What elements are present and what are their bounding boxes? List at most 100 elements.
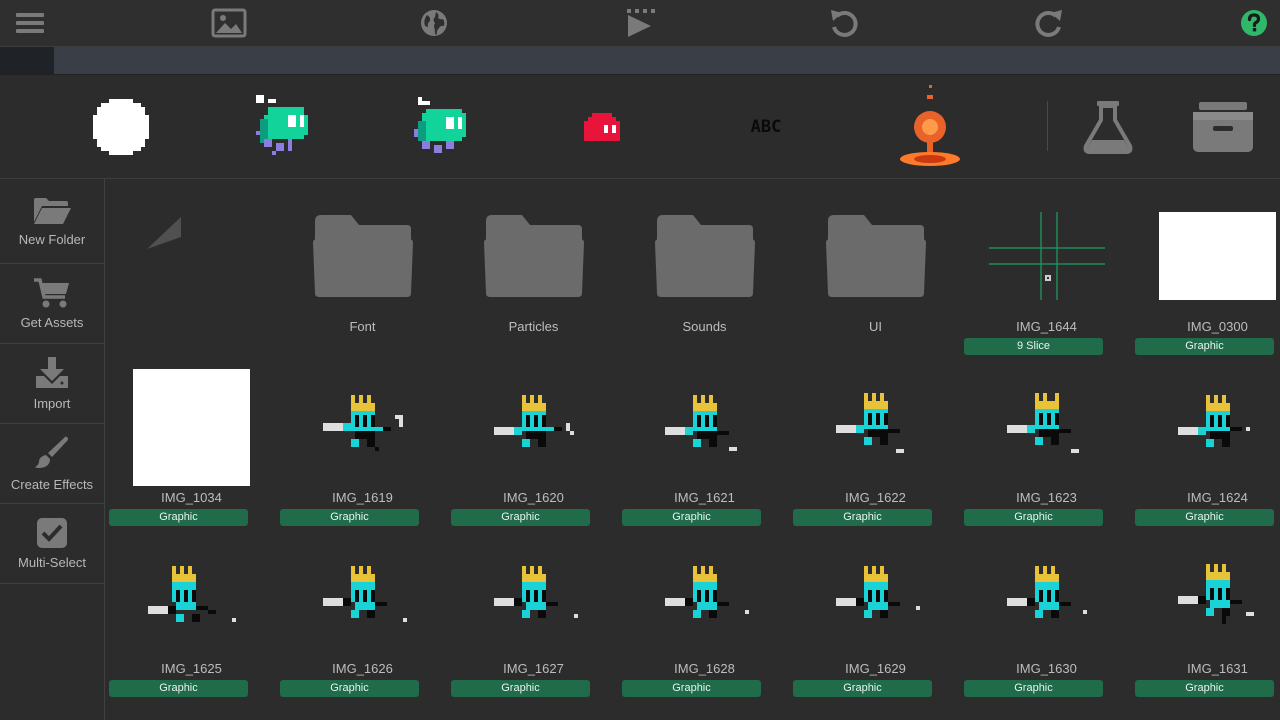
asset-name: IMG_1628 <box>674 661 735 676</box>
orange-pin-object[interactable] <box>860 75 1000 178</box>
create-effects-label: Create Effects <box>10 477 94 492</box>
asset-item[interactable]: IMG_1034 Graphic <box>106 351 277 526</box>
undo-button[interactable] <box>814 0 874 46</box>
multi-select-button[interactable]: Multi-Select <box>0 504 104 584</box>
help-icon <box>1241 10 1267 36</box>
asset-item[interactable]: IMG_1644 9 Slice <box>961 180 1132 355</box>
asset-item[interactable]: IMG_1627 Graphic <box>448 522 619 697</box>
multi-select-label: Multi-Select <box>18 555 86 570</box>
get-assets-button[interactable]: Get Assets <box>0 264 104 344</box>
cart-icon <box>34 278 69 308</box>
scene-image-button[interactable] <box>199 0 259 46</box>
asset-thumb <box>116 367 267 487</box>
object-bar: ABC <box>0 75 1280 179</box>
asset-item[interactable]: IMG_1626 Graphic <box>277 522 448 697</box>
asset-item[interactable]: IMG_1625 Graphic <box>106 522 277 697</box>
folder-item[interactable]: Particles <box>448 180 619 351</box>
world-button[interactable] <box>404 0 464 46</box>
asset-name: IMG_1627 <box>503 661 564 676</box>
folder-item[interactable]: Sounds <box>619 180 790 351</box>
create-effects-button[interactable]: Create Effects <box>0 424 104 504</box>
archive-button[interactable] <box>1153 75 1280 178</box>
timeline-handle[interactable] <box>0 47 54 74</box>
green-ghost-object-2[interactable] <box>370 75 510 178</box>
asset-item[interactable]: IMG_1631 Graphic <box>1132 522 1280 697</box>
asset-type-badge: Graphic <box>622 680 761 697</box>
undo-icon <box>831 10 858 37</box>
asset-type-badge: Graphic <box>280 680 419 697</box>
redo-icon <box>1035 10 1062 37</box>
green-ghost-sprite-2 <box>414 96 466 153</box>
asset-thumb <box>800 367 951 487</box>
asset-thumb <box>971 367 1122 487</box>
abc-text-object[interactable]: ABC <box>696 75 836 178</box>
folder-icon <box>654 215 755 297</box>
white-graphic-preview <box>1159 212 1276 300</box>
red-slime-object[interactable] <box>532 75 672 178</box>
asset-thumb <box>1142 538 1280 658</box>
asset-item[interactable]: IMG_1623 Graphic <box>961 351 1132 526</box>
folder-name: Font <box>349 319 376 334</box>
folder-name: Particles <box>508 319 559 334</box>
knight-sprite <box>322 395 403 451</box>
asset-name: IMG_1620 <box>503 490 564 505</box>
asset-item[interactable]: IMG_1622 Graphic <box>790 351 961 526</box>
asset-item[interactable]: IMG_1624 Graphic <box>1132 351 1280 526</box>
knight-sprite <box>1006 393 1079 453</box>
asset-item[interactable]: IMG_1629 Graphic <box>790 522 961 697</box>
folder-name: Sounds <box>682 319 727 334</box>
folder-item[interactable]: UI <box>790 180 961 351</box>
asset-thumb <box>971 538 1122 658</box>
asset-name: IMG_1623 <box>1016 490 1077 505</box>
redo-button[interactable] <box>1019 0 1079 46</box>
asset-name: IMG_1626 <box>332 661 393 676</box>
import-button[interactable]: Import <box>0 344 104 424</box>
asset-name: IMG_1644 <box>1016 319 1077 334</box>
asset-name: IMG_1631 <box>1187 661 1248 676</box>
folder-item[interactable]: Font <box>277 180 448 351</box>
asset-thumb <box>116 538 267 658</box>
nine-slice-thumb <box>971 196 1122 316</box>
folder-name: UI <box>869 319 882 334</box>
knight-sprite <box>493 566 578 618</box>
asset-type-badge: Graphic <box>109 680 248 697</box>
menu-icon <box>16 13 44 33</box>
green-ghost-object[interactable] <box>212 75 352 178</box>
asset-type-badge: Graphic <box>964 680 1103 697</box>
asset-name: IMG_0300 <box>1187 319 1248 334</box>
help-button[interactable] <box>1224 0 1280 46</box>
play-button[interactable] <box>610 0 670 46</box>
menu-button[interactable] <box>0 0 60 46</box>
new-folder-button[interactable]: New Folder <box>0 179 104 264</box>
new-folder-label: New Folder <box>18 231 86 247</box>
asset-thumb <box>629 367 780 487</box>
import-label: Import <box>33 396 71 411</box>
knight-sprite <box>322 566 407 622</box>
asset-item[interactable]: IMG_1630 Graphic <box>961 522 1132 697</box>
asset-item[interactable]: IMG_1621 Graphic <box>619 351 790 526</box>
knight-sprite <box>493 395 574 447</box>
asset-item[interactable]: IMG_0300 Graphic <box>1132 180 1280 355</box>
orange-pin-sprite <box>900 84 960 166</box>
back-thumb <box>116 196 267 316</box>
top-toolbar <box>0 0 1280 47</box>
white-circle-sprite <box>93 98 149 155</box>
archive-icon <box>1193 101 1253 152</box>
knight-sprite <box>835 566 920 618</box>
asset-thumb <box>1142 196 1280 316</box>
asset-item[interactable]: IMG_1619 Graphic <box>277 351 448 526</box>
asset-name: IMG_1034 <box>161 490 222 505</box>
green-ghost-sprite <box>256 94 308 155</box>
asset-thumb <box>800 538 951 658</box>
asset-thumb <box>458 538 609 658</box>
folder-icon <box>825 215 926 297</box>
asset-item[interactable]: IMG_1620 Graphic <box>448 351 619 526</box>
timeline-strip[interactable] <box>0 47 1280 75</box>
back-button[interactable] <box>106 180 277 351</box>
white-circle-object[interactable] <box>51 75 191 178</box>
asset-item[interactable]: IMG_1628 Graphic <box>619 522 790 697</box>
folder-thumb <box>629 196 780 316</box>
asset-name: IMG_1622 <box>845 490 906 505</box>
play-icon <box>627 9 655 37</box>
asset-type-badge: Graphic <box>793 680 932 697</box>
